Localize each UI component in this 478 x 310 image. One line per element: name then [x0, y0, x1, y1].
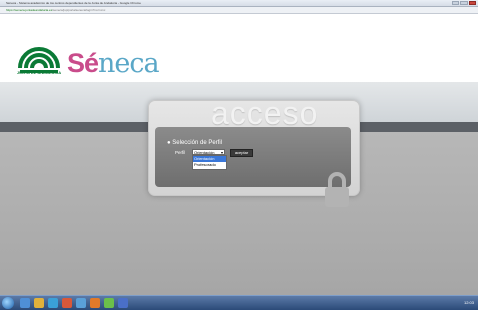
profile-box: ● Selección de Perfil Perfil Orientación… — [155, 127, 351, 207]
page-header: JUNTA DE ANDALUCÍA Séneca — [0, 14, 478, 82]
tray-clock[interactable]: 12:03 — [464, 300, 474, 305]
brand-neca: neca — [98, 48, 160, 79]
brand-se: Sé — [67, 48, 99, 78]
program-icon[interactable] — [104, 298, 114, 308]
aceptar-button[interactable]: aceptar — [230, 149, 253, 157]
office-icon[interactable] — [90, 298, 100, 308]
lock-icon — [325, 172, 349, 207]
chrome-icon[interactable] — [76, 298, 86, 308]
section-title-text: Selección de Perfil — [172, 140, 222, 146]
browser-titlebar: Séneca - Sistema académico de los centro… — [0, 0, 478, 7]
perfil-dropdown-list: Orientación Profesorado — [192, 155, 227, 170]
minimize-button[interactable] — [452, 1, 460, 5]
maximize-button[interactable] — [460, 1, 468, 5]
url-host: https://seneca.juntadeandalucia.es — [6, 8, 53, 12]
folder-icon[interactable] — [34, 298, 44, 308]
window-title: Séneca - Sistema académico de los centro… — [6, 1, 141, 5]
option-profesorado[interactable]: Profesorado — [193, 162, 226, 168]
seneca-logo[interactable]: Séneca — [67, 48, 160, 79]
close-button[interactable] — [468, 1, 476, 5]
windows-taskbar: 12:03 — [0, 295, 478, 310]
app-icon[interactable] — [62, 298, 72, 308]
url-text[interactable]: https://seneca.juntadeandalucia.es/senec… — [6, 7, 105, 13]
junta-andalucia-logo — [18, 47, 60, 73]
address-bar[interactable]: https://seneca.juntadeandalucia.es/senec… — [0, 7, 478, 14]
junta-label: JUNTA DE ANDALUCÍA — [16, 70, 62, 75]
ie-icon[interactable] — [20, 298, 30, 308]
access-panel: acceso ● Selección de Perfil Perfil Orie… — [148, 95, 360, 207]
section-title: ● Selección de Perfil — [167, 140, 222, 146]
start-button[interactable] — [2, 297, 14, 309]
media-icon[interactable] — [48, 298, 58, 308]
perfil-label: Perfil — [175, 150, 186, 155]
window-icon[interactable] — [118, 298, 128, 308]
window-controls — [452, 1, 476, 5]
url-path: /seneca/jsp/portalseneca/login?no=xxxx — [52, 8, 106, 12]
